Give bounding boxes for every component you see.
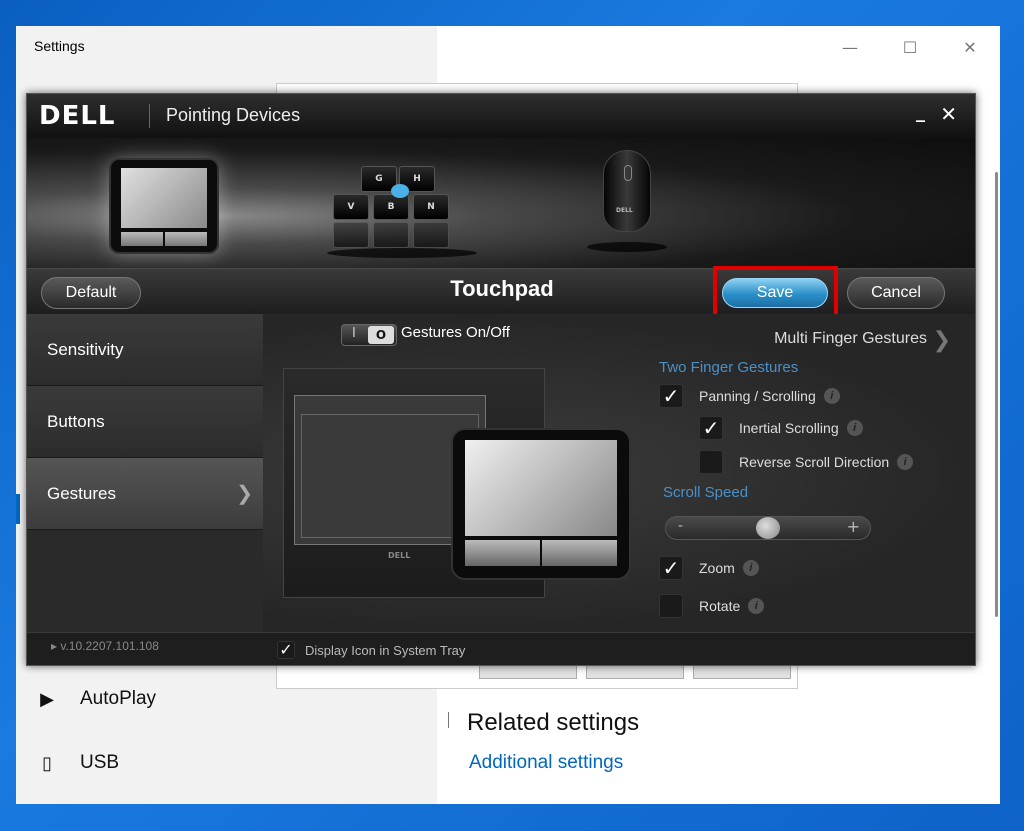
nav-item-label: Sensitivity [47, 339, 124, 359]
gesture-options: Two Finger Gestures ✓ Panning / Scrollin… [657, 359, 975, 632]
option-label: Zoom [699, 560, 735, 576]
chevron-right-icon: ❯ [236, 483, 253, 505]
maximize-button[interactable]: ☐ [880, 26, 940, 68]
mouse-device-icon[interactable]: DELL [603, 150, 651, 232]
info-icon[interactable]: i [823, 388, 840, 404]
dell-left-nav: Sensitivity Buttons Gestures ❯ [27, 314, 263, 632]
option-label: Reverse Scroll Direction [739, 454, 890, 470]
option-label: Panning / Scrolling [699, 388, 816, 404]
sidebar-item-usb[interactable]: ▯ USB [36, 752, 119, 774]
sidebar-item-autoplay[interactable]: ▶ AutoPlay [36, 688, 156, 710]
dell-titlebar: DELL Pointing Devices _ ✕ [27, 94, 975, 138]
sidebar-item-label: AutoPlay [80, 688, 157, 709]
touchpad-left-button [121, 232, 163, 246]
chevron-right-icon[interactable]: ❯ [933, 328, 951, 353]
device-selector: G H V B N DELL [27, 138, 975, 268]
demo-touchpad [451, 428, 631, 580]
option-panning-scrolling[interactable]: ✓ Panning / Scrolling i [659, 384, 840, 408]
info-icon[interactable]: i [748, 598, 765, 614]
gestures-panel: I O Gestures On/Off Multi Finger Gesture… [263, 314, 975, 632]
close-button[interactable]: ✕ [940, 26, 1000, 68]
dell-status-bar: ▸ v.10.2207.101.108 ✓ Display Icon in Sy… [27, 632, 975, 665]
toggle-off-label: I [352, 326, 356, 341]
window-controls: — ☐ ✕ [820, 26, 1000, 68]
dell-close-icon[interactable]: ✕ [940, 102, 957, 126]
usb-icon: ▯ [42, 752, 52, 773]
pointing-stick-nub [391, 184, 409, 198]
panning-checkbox[interactable]: ✓ [659, 384, 683, 408]
demo-touchpad-right-button [542, 540, 617, 566]
settings-window-title: Settings [34, 38, 85, 54]
multi-finger-gestures-link[interactable]: Multi Finger Gestures [774, 330, 927, 348]
additional-settings-link[interactable]: Additional settings [469, 752, 623, 774]
touchpad-right-button [165, 232, 207, 246]
tray-checkbox[interactable]: ✓ [277, 641, 295, 659]
option-label: Display Icon in System Tray [305, 642, 466, 658]
key-n: N [413, 194, 449, 220]
slider-knob[interactable] [756, 517, 780, 539]
divider [448, 712, 449, 728]
scroll-speed-slider[interactable]: - + [665, 516, 871, 540]
info-icon[interactable]: i [897, 454, 914, 470]
minimize-button[interactable]: — [820, 26, 880, 68]
mouse-wheel [624, 165, 632, 181]
nav-item-buttons[interactable]: Buttons [27, 386, 263, 458]
option-reverse-scroll[interactable]: Reverse Scroll Direction i [699, 450, 914, 474]
info-icon[interactable]: i [846, 420, 863, 436]
zoom-checkbox[interactable]: ✓ [659, 556, 683, 580]
option-inertial-scrolling[interactable]: ✓ Inertial Scrolling i [699, 416, 863, 440]
dell-minimize-icon[interactable]: _ [916, 102, 925, 123]
key-row-lower [333, 222, 369, 248]
key-row-lower [413, 222, 449, 248]
nav-item-label: Buttons [47, 411, 105, 431]
reverse-scroll-checkbox[interactable] [699, 450, 723, 474]
option-zoom[interactable]: ✓ Zoom i [659, 556, 759, 580]
inertial-checkbox[interactable]: ✓ [699, 416, 723, 440]
option-label: Inertial Scrolling [739, 420, 839, 436]
nav-item-sensitivity[interactable]: Sensitivity [27, 314, 263, 386]
selected-nav-indicator [16, 494, 20, 524]
dell-app-title: Pointing Devices [166, 105, 301, 125]
option-label: Rotate [699, 598, 741, 614]
demo-touchpad-left-button [465, 540, 540, 566]
pointing-stick-device-icon[interactable]: G H V B N [333, 166, 463, 256]
toggle-on-label: O [368, 326, 394, 344]
option-system-tray-icon[interactable]: ✓ Display Icon in System Tray [277, 641, 465, 659]
dell-logo: DELL [39, 101, 116, 131]
touchpad-surface [121, 168, 207, 228]
demo-dell-logo: DELL [388, 551, 411, 560]
key-v: V [333, 194, 369, 220]
gestures-toggle[interactable]: I O [341, 324, 397, 346]
rotate-checkbox[interactable] [659, 594, 683, 618]
slider-plus: + [846, 517, 860, 536]
option-rotate[interactable]: Rotate i [659, 594, 765, 618]
autoplay-icon: ▶ [40, 688, 54, 709]
mouse-shadow [587, 242, 667, 252]
two-finger-gestures-header: Two Finger Gestures [659, 359, 799, 376]
version-text: v.10.2207.101.108 [60, 639, 159, 653]
touchpad-device-icon[interactable] [109, 158, 219, 254]
key-b: B [373, 194, 409, 220]
slider-minus: - [678, 518, 684, 534]
sidebar-item-label: USB [80, 752, 120, 773]
info-icon[interactable]: i [742, 560, 759, 576]
scroll-speed-header: Scroll Speed [663, 484, 749, 501]
settings-scrollbar[interactable] [995, 172, 998, 617]
nav-item-label: Gestures [47, 483, 116, 503]
key-row-lower [373, 222, 409, 248]
related-settings-heading: Related settings [467, 709, 640, 736]
title-separator [149, 104, 150, 128]
version-label: ▸ v.10.2207.101.108 [51, 639, 159, 653]
demo-touchpad-surface [465, 440, 617, 536]
nav-item-gestures[interactable]: Gestures ❯ [27, 458, 263, 530]
mouse-logo: DELL [616, 207, 633, 214]
gestures-toggle-label: Gestures On/Off [401, 324, 510, 341]
dell-pointing-devices-dialog: DELL Pointing Devices _ ✕ G H V B N DELL [26, 93, 976, 666]
